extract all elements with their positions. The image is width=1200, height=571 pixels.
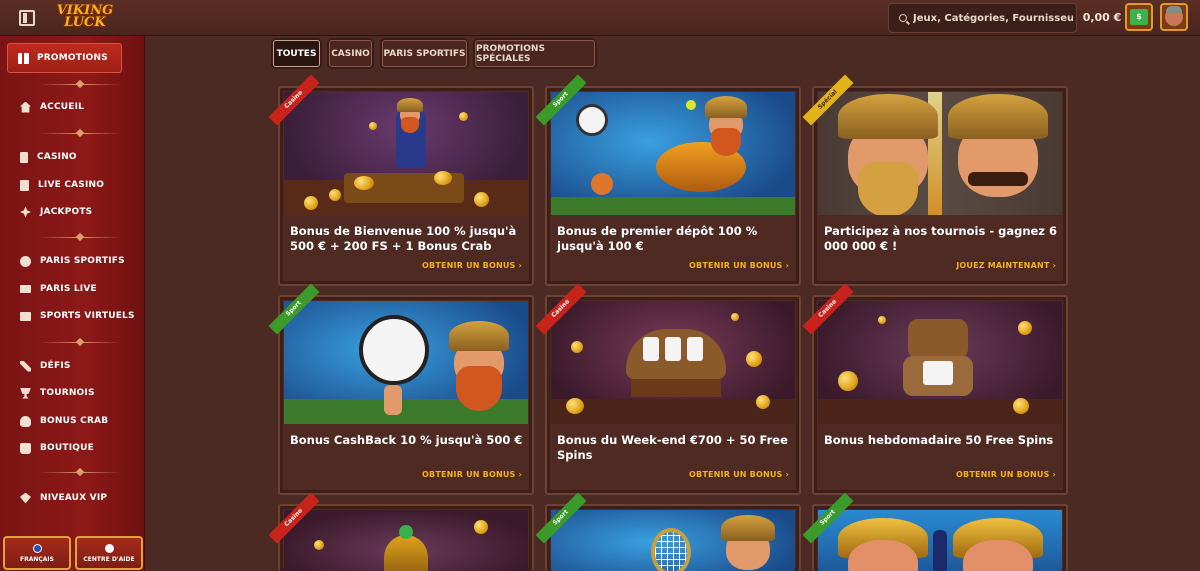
promo-title: Bonus de premier dépôt 100 % jusqu'à 100… [557, 224, 758, 253]
trophy-icon [20, 387, 31, 399]
promo-cta-link[interactable]: OBTENIR UN BONUS › [422, 470, 522, 479]
promo-card[interactable]: Spécial Participez à nos tournois - gagn… [802, 74, 1068, 286]
promo-card[interactable]: Sport [802, 492, 1068, 571]
search-input[interactable] [913, 12, 1073, 24]
promo-image-cashback [284, 301, 528, 424]
promo-card[interactable]: Casino [268, 492, 534, 571]
ball-icon [20, 255, 31, 267]
promo-title: Bonus hebdomadaire 50 Free Spins [824, 433, 1054, 447]
live-icon [20, 285, 31, 293]
tab-casino[interactable]: CASINO [329, 40, 372, 67]
user-avatar-button[interactable] [1160, 3, 1188, 31]
promo-cta-link[interactable]: JOUEZ MAINTENANT › [956, 261, 1056, 270]
promo-title: Bonus CashBack 10 % jusqu'à 500 € [290, 433, 523, 447]
sidebar-divider [40, 84, 120, 85]
promo-title: Participez à nos tournois - gagnez 6 000… [824, 224, 1057, 253]
language-button[interactable]: FRANÇAIS [3, 536, 71, 570]
sidebar-divider [40, 342, 120, 343]
sidebar-item-promotions[interactable]: PROMOTIONS [7, 43, 122, 73]
balance-display[interactable]: 0,00 € [1080, 11, 1124, 24]
sidebar-item-paris-live[interactable]: PARIS LIVE [20, 281, 97, 297]
crab-icon [20, 415, 31, 427]
promo-image-first-deposit [551, 92, 795, 215]
promo-cta-link[interactable]: OBTENIR UN BONUS › [689, 261, 789, 270]
sidebar-item-tournois[interactable]: TOURNOIS [20, 385, 95, 401]
tab-paris-sportifs[interactable]: PARIS SPORTIFS [382, 40, 467, 67]
sidebar-item-defis[interactable]: DÉFIS [20, 358, 71, 374]
promo-cta-link[interactable]: OBTENIR UN BONUS › [956, 470, 1056, 479]
promo-card[interactable]: Casino Bonus de Bienvenue 100 % jusqu'à … [268, 74, 534, 286]
swords-icon [20, 360, 31, 372]
help-center-button[interactable]: CENTRE D'AIDE [75, 536, 143, 570]
sidebar-item-bonus-crab[interactable]: BONUS CRAB [20, 413, 108, 429]
promo-image-tennis [551, 510, 795, 571]
sidebar-item-live-casino[interactable]: LIVE CASINO [20, 177, 104, 193]
sidebar-item-niveaux-vip[interactable]: NIVEAUX VIP [20, 490, 107, 506]
playing-card-icon [20, 179, 29, 191]
sidebar-item-jackpots[interactable]: JACKPOTS [20, 204, 92, 220]
viking-luck-logo[interactable]: VIKING LUCK [54, 2, 116, 32]
sidebar: PROMOTIONS ACCUEIL CASINO LIVE CASINO JA… [0, 36, 145, 571]
sidebar-divider [40, 237, 120, 238]
avatar-icon [1165, 6, 1183, 26]
sidebar-item-boutique[interactable]: BOUTIQUE [20, 440, 94, 456]
globe-icon [32, 543, 42, 553]
shopping-bag-icon [20, 442, 31, 454]
top-bar: VIKING LUCK 0,00 € $ [0, 0, 1200, 36]
screen-icon [20, 311, 31, 321]
promo-card[interactable]: Casino Bonus du Week-end €700 + 50 Free … [535, 283, 801, 495]
gift-icon [18, 52, 29, 64]
promo-card[interactable]: Sport Bonus CashBack 10 % jusqu'à 500 € … [268, 283, 534, 495]
tab-promotions-speciales[interactable]: PROMOTIONS SPÉCIALES [475, 40, 595, 67]
promo-card[interactable]: Casino Bonus hebdomadaire 50 Free Spins … [802, 283, 1068, 495]
sidebar-item-accueil[interactable]: ACCUEIL [20, 99, 84, 115]
promo-image-tournaments [818, 92, 1062, 215]
tab-toutes[interactable]: TOUTES [273, 40, 320, 67]
promo-cta-link[interactable]: OBTENIR UN BONUS › [422, 261, 522, 270]
search-bar[interactable] [888, 3, 1077, 33]
promo-image-weekend-bonus [551, 301, 795, 424]
sidebar-divider [40, 472, 120, 473]
wallet-icon: $ [1130, 9, 1148, 25]
sidebar-item-sports-virtuels[interactable]: SPORTS VIRTUELS [20, 308, 135, 324]
promo-image-pot-of-gold [284, 510, 528, 571]
promo-title: Bonus de Bienvenue 100 % jusqu'à 500 € +… [290, 224, 517, 253]
promo-title: Bonus du Week-end €700 + 50 Free Spins [557, 433, 788, 462]
home-icon [20, 101, 31, 113]
sidebar-item-paris-sportifs[interactable]: PARIS SPORTIFS [20, 253, 125, 269]
promo-image-weekly-free-spins [818, 301, 1062, 424]
slot-machine-icon [20, 151, 28, 163]
wallet-button[interactable]: $ [1125, 3, 1153, 31]
clover-icon [20, 206, 31, 218]
sidebar-item-casino[interactable]: CASINO [20, 149, 77, 165]
promo-card[interactable]: Sport [535, 492, 801, 571]
promo-card[interactable]: Sport Bonus de premier dépôt 100 % jusqu… [535, 74, 801, 286]
promo-image-welcome-bonus [284, 92, 528, 215]
sidebar-divider [40, 133, 120, 134]
promo-cta-link[interactable]: OBTENIR UN BONUS › [689, 470, 789, 479]
sidebar-toggle-icon[interactable] [19, 10, 35, 26]
search-icon [899, 14, 907, 22]
help-icon [104, 543, 114, 553]
diamond-icon [20, 492, 31, 504]
promo-image-twin-vikings [818, 510, 1062, 571]
